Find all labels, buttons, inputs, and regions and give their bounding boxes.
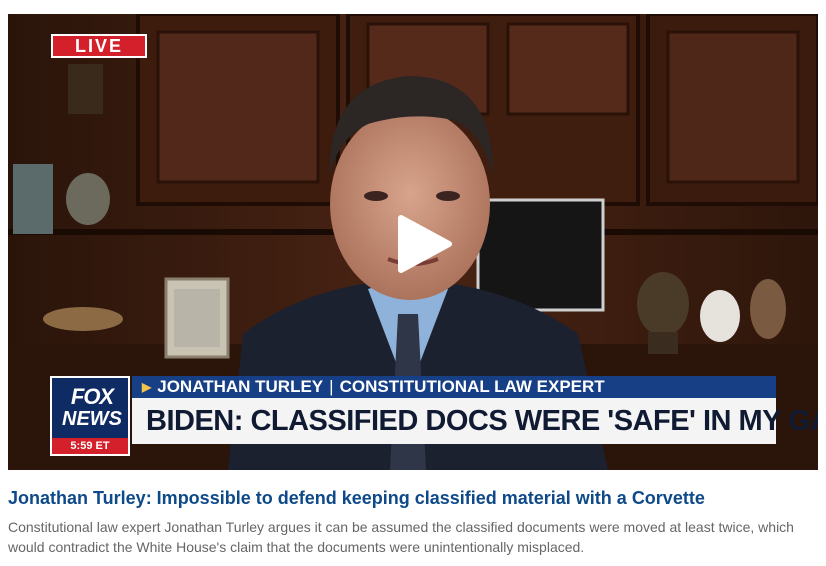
guest-name-bar: ▶ JONATHAN TURLEY | CONSTITUTIONAL LAW E… <box>132 376 776 398</box>
article-summary: Constitutional law expert Jonathan Turle… <box>8 519 794 555</box>
news-lower-third: FOX NEWS 5:59 ET ▶ JONATHAN TURLEY | CON… <box>50 376 818 456</box>
play-icon[interactable] <box>393 214 453 274</box>
guest-title: CONSTITUTIONAL LAW EXPERT <box>339 377 605 396</box>
triangle-icon: ▶ <box>142 380 152 394</box>
guest-name: JONATHAN TURLEY <box>157 377 324 396</box>
chyron-headline: BIDEN: CLASSIFIED DOCS WERE 'SAFE' IN MY… <box>132 398 818 444</box>
broadcast-time: 5:59 ET <box>52 438 128 454</box>
separator: | <box>329 377 334 396</box>
fox-news-logo: FOX NEWS 5:59 ET <box>50 376 130 456</box>
article-headline-link[interactable]: Jonathan Turley: Impossible to defend ke… <box>8 488 818 509</box>
video-player[interactable]: LIVE FOX NEWS 5:59 ET ▶ JONATHAN TURLEY … <box>8 14 818 470</box>
live-badge: LIVE <box>51 34 147 58</box>
